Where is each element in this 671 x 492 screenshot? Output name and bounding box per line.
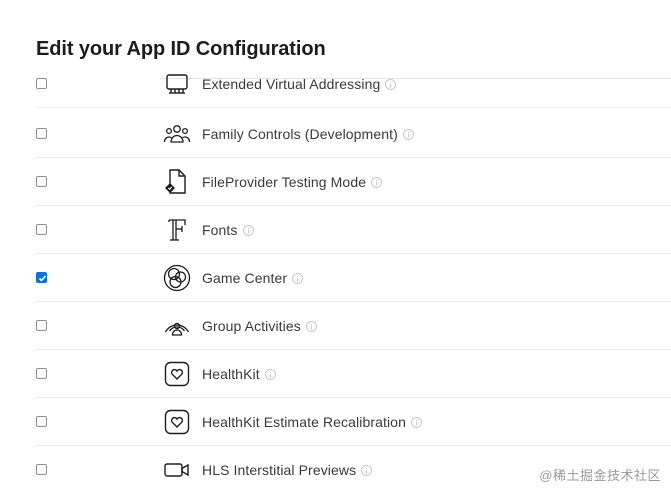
capability-row: FileProvider Testing Mode (0, 158, 671, 206)
capability-checkbox[interactable] (36, 128, 47, 139)
capability-row: Game Center (0, 254, 671, 302)
capability-label: Extended Virtual Addressing (202, 76, 397, 92)
heart-icon (162, 407, 192, 437)
page-title: Edit your App ID Configuration (36, 38, 326, 60)
capability-row: HealthKit Estimate Recalibration (0, 398, 671, 446)
capability-label: HealthKit Estimate Recalibration (202, 414, 422, 430)
info-icon[interactable] (305, 320, 317, 332)
capability-row: HealthKit (0, 350, 671, 398)
capability-checkbox[interactable] (36, 272, 47, 283)
capability-checkbox[interactable] (36, 368, 47, 379)
capability-label: HLS Interstitial Previews (202, 462, 373, 478)
heart-icon (162, 359, 192, 389)
capability-checkbox[interactable] (36, 176, 47, 187)
capability-label: HealthKit (202, 366, 276, 382)
info-icon[interactable] (402, 128, 414, 140)
capability-checkbox[interactable] (36, 320, 47, 331)
capability-label: Game Center (202, 270, 304, 286)
info-icon[interactable] (361, 464, 373, 476)
info-icon[interactable] (292, 272, 304, 284)
info-icon[interactable] (242, 224, 254, 236)
capability-checkbox[interactable] (36, 464, 47, 475)
video-camera-icon (162, 455, 192, 485)
row-divider (36, 107, 671, 108)
capability-row: Group Activities (0, 302, 671, 350)
info-icon[interactable] (264, 368, 276, 380)
capability-row: Family Controls (Development) (0, 110, 671, 158)
info-icon[interactable] (385, 78, 397, 90)
app-id-configuration-page: Edit your App ID Configuration Extended … (0, 0, 671, 492)
memory-chip-icon (162, 69, 192, 99)
game-center-icon (162, 263, 192, 293)
capability-checkbox[interactable] (36, 78, 47, 89)
capability-label: FileProvider Testing Mode (202, 174, 383, 190)
capability-label: Group Activities (202, 318, 317, 334)
info-icon[interactable] (371, 176, 383, 188)
document-check-icon (162, 167, 192, 197)
capability-label: Fonts (202, 222, 254, 238)
font-glyph-icon (162, 215, 192, 245)
people-group-icon (162, 119, 192, 149)
capability-row: Extended Virtual Addressing (0, 60, 671, 108)
watermark: @稀土掘金技术社区 (539, 468, 661, 483)
capability-row: Fonts (0, 206, 671, 254)
capability-checkbox[interactable] (36, 416, 47, 427)
capability-checkbox[interactable] (36, 224, 47, 235)
info-icon[interactable] (410, 416, 422, 428)
capability-label: Family Controls (Development) (202, 126, 414, 142)
shareplay-icon (162, 311, 192, 341)
